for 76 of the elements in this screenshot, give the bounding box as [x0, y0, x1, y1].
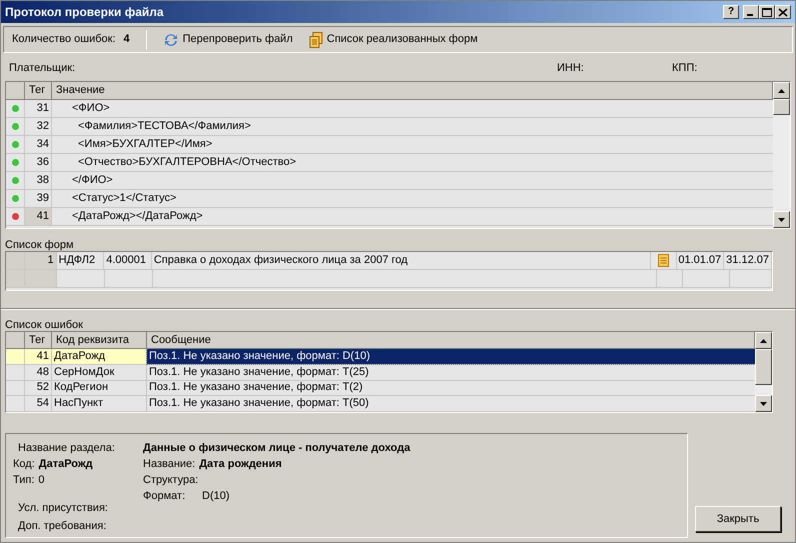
tag-cell: 31	[25, 100, 52, 117]
field-label: Доп. требования:	[18, 520, 106, 532]
field-value: D(10)	[202, 489, 230, 504]
table-cell: НДФЛ2	[56, 252, 104, 269]
value-cell-text: <Имя>БУХГАЛТЕР</Имя>	[77, 137, 214, 152]
value-cell-text: <Отчество>БУХГАЛТЕРОВНА</Отчество>	[77, 155, 298, 170]
table-cell: 31.12.07	[724, 252, 772, 269]
field-value: Данные о физическом лице - получателе дохода	[143, 441, 412, 456]
value-cell-text: <Фамилия>ТЕСТОВА</Фамилия>	[77, 119, 252, 134]
scrollbar[interactable]	[773, 82, 790, 228]
documents-icon	[308, 32, 323, 48]
tag-cell: 36	[25, 154, 52, 171]
tag-cell: 38	[25, 172, 52, 189]
close-icon[interactable]	[775, 5, 791, 19]
table-cell: СерНомДок	[52, 364, 147, 380]
error-count: 4	[124, 32, 130, 48]
down-arrow-icon[interactable]	[760, 402, 767, 406]
table-cell[interactable]: Поз.1. Не указано значение, формат: D(10)	[147, 349, 755, 364]
up-arrow-icon[interactable]	[760, 338, 767, 342]
window-title: Протокол проверки файла	[5, 4, 165, 21]
table-cell: НасПункт	[52, 396, 147, 411]
table-cell: ДатаРожд	[52, 349, 147, 364]
maximize-icon[interactable]	[759, 5, 775, 19]
section-label: Список ошибок	[4, 318, 84, 331]
table-cell: Справка о доходах физического лица за 2007 год	[152, 252, 652, 269]
table-cell: 48	[25, 364, 52, 380]
tag-cell: 32	[25, 118, 52, 135]
section-label: Список форм	[4, 238, 75, 251]
field-value: Дата рождения	[199, 457, 282, 472]
field-label: Название:	[143, 457, 196, 472]
close-button[interactable]: Закрыть	[695, 506, 781, 532]
tag-cell: 39	[25, 190, 52, 207]
table-cell: 01.01.07	[677, 252, 724, 269]
column-header[interactable]: Код реквизита	[52, 332, 147, 349]
table-cell: 41	[25, 349, 52, 364]
column-header[interactable]: Значение	[52, 82, 773, 100]
table-cell: 52	[25, 380, 52, 396]
document-icon	[658, 254, 670, 267]
up-arrow-icon[interactable]	[778, 88, 785, 92]
field-label: Усл. присутствия:	[18, 502, 108, 514]
value-cell-text: <ДатаРожд></ДатаРожд>	[71, 209, 204, 224]
inn-label: ИНН:	[557, 60, 585, 76]
field-label: Формат:	[143, 489, 186, 504]
table-cell: 54	[25, 396, 52, 411]
value-cell-text: <Статус>1</Статус>	[71, 191, 178, 206]
field-label: Название раздела:	[18, 442, 115, 454]
field-label: Тип:	[13, 473, 34, 488]
table-cell[interactable]: Поз.1. Не указано значение, формат: T(25)	[147, 364, 755, 380]
table-cell: КодРегион	[52, 380, 147, 396]
column-header[interactable]: Тег	[25, 332, 52, 349]
scrollbar[interactable]	[755, 332, 772, 412]
minimize-icon[interactable]	[743, 5, 759, 19]
value-cell-text: <ФИО>	[71, 101, 111, 116]
help-button[interactable]: ?	[723, 5, 739, 19]
column-header[interactable]: Тег	[25, 82, 52, 100]
table-cell: 4.00001	[104, 252, 152, 269]
column-header[interactable]: Сообщение	[147, 332, 755, 349]
payer-label: Плательщик:	[9, 60, 76, 76]
field-value: ДатаРожд	[38, 457, 93, 472]
table-cell[interactable]: Поз.1. Не указано значение, формат: T(2)	[147, 380, 755, 396]
value-cell-text: </ФИО>	[71, 173, 114, 188]
table-cell: 1	[24, 252, 57, 269]
field-label: Структура:	[143, 473, 198, 488]
tag-cell: 41	[25, 208, 52, 225]
scroll-thumb[interactable]	[773, 99, 790, 115]
tag-cell: 34	[25, 136, 52, 153]
table-cell[interactable]: Поз.1. Не указано значение, формат: T(50)	[147, 396, 755, 411]
error-count-label: Количество ошибок:	[12, 32, 116, 48]
down-arrow-icon[interactable]	[778, 218, 785, 222]
field-value: 0	[38, 473, 45, 488]
recheck-button[interactable]: Перепроверить файл	[162, 31, 293, 48]
scroll-thumb[interactable]	[755, 349, 772, 385]
kpp-label: КПП:	[672, 60, 698, 76]
refresh-icon	[162, 32, 179, 48]
field-label: Код:	[13, 457, 35, 472]
forms-list-button[interactable]: Список реализованных форм	[308, 31, 478, 48]
